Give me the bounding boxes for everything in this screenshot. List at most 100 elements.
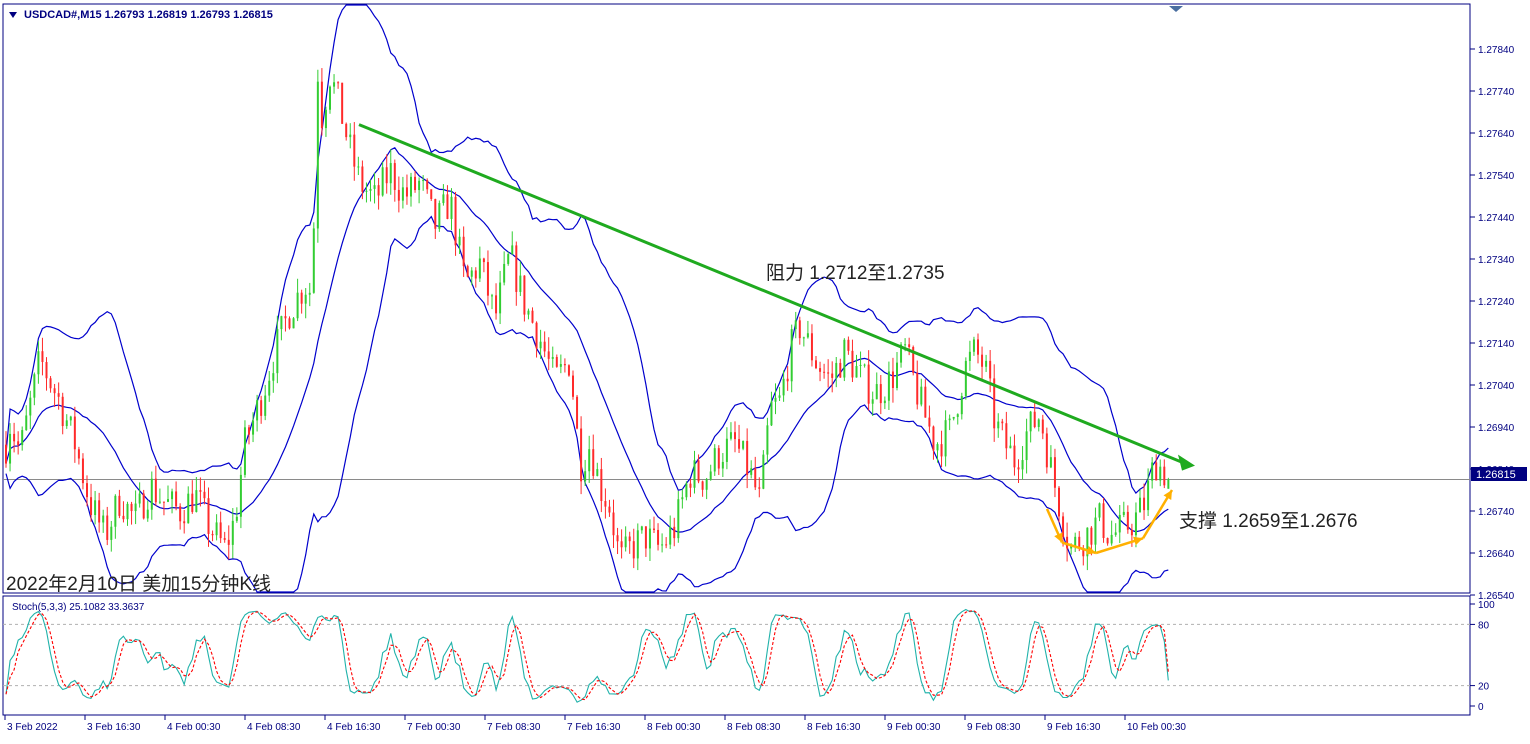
candle-body [628, 536, 631, 542]
candle-body [110, 526, 113, 540]
candle-body [1037, 419, 1040, 427]
candle [316, 69, 319, 243]
price-tick-label: 1.27340 [1478, 255, 1515, 266]
candle-body [260, 400, 263, 416]
candle-body [61, 396, 64, 427]
candle [964, 357, 967, 400]
candle-body [827, 372, 830, 374]
price-tick-label: 1.27140 [1478, 339, 1515, 350]
candle-body [519, 275, 522, 292]
candle-body [997, 421, 1000, 429]
candle-body [657, 529, 660, 545]
candle-body [1074, 536, 1077, 546]
candle-body [794, 320, 797, 330]
candle-body [65, 420, 68, 427]
price-tick-label: 1.27840 [1478, 45, 1515, 56]
candle-body [280, 316, 283, 330]
candle-body [1021, 460, 1024, 470]
candle-body [936, 444, 939, 451]
candle-body [215, 522, 218, 536]
candle-body [1151, 462, 1154, 481]
candle-body [272, 373, 275, 381]
candle-body [636, 530, 639, 559]
candle-body [154, 478, 157, 503]
candle-body [1013, 445, 1016, 468]
candle-body [875, 384, 878, 400]
candle-body [491, 295, 493, 297]
candle-body [713, 448, 716, 472]
candle-body [648, 528, 651, 549]
price-tick-label: 1.27740 [1478, 87, 1515, 98]
candle-body [782, 378, 785, 396]
candle-body [584, 471, 587, 482]
candle-body [162, 501, 165, 503]
candle-body [669, 526, 672, 545]
candle-body [547, 351, 550, 359]
candle [243, 420, 246, 478]
candle-body [697, 460, 700, 482]
candle [912, 345, 915, 376]
candle-body [122, 515, 125, 520]
candle-body [644, 526, 647, 549]
candle-body [729, 432, 732, 439]
candle-body [454, 196, 457, 246]
candle [329, 85, 331, 114]
candle-body [199, 490, 202, 492]
candle-body [511, 245, 514, 255]
time-axis: 3 Feb 2022 3 Feb 16:30 4 Feb 00:30 4 Feb 08… [4, 715, 1186, 733]
candle-body [86, 483, 88, 498]
candle-body [964, 360, 967, 397]
candle-body [1167, 479, 1170, 489]
candle-body [1049, 457, 1052, 468]
candle-body [203, 491, 206, 499]
price-tick-label: 1.27240 [1478, 297, 1515, 308]
candle [1102, 497, 1105, 543]
candle-body [466, 266, 469, 277]
candle-body [126, 503, 129, 520]
candle-body [446, 194, 449, 219]
candle-body [81, 458, 84, 484]
candle-body [977, 339, 979, 355]
candle-body [620, 541, 623, 548]
candle-body [316, 81, 319, 229]
candle-body [41, 351, 44, 363]
candle-body [337, 82, 340, 84]
last-price-label: 1.26815 [1476, 469, 1516, 481]
candle-body [908, 344, 911, 348]
price-chart[interactable]: USDCAD#,M15 1.26793 1.26819 1.26793 1.26… [0, 0, 1530, 744]
candle-body [357, 166, 360, 168]
candle-body [871, 399, 874, 404]
candle-body [373, 185, 376, 189]
candle-body [442, 194, 445, 204]
candle-body [300, 292, 303, 304]
candle-body [928, 417, 931, 427]
candle-body [276, 329, 279, 374]
candle-body [268, 380, 271, 396]
candle-body [681, 497, 684, 500]
candle-body [956, 414, 959, 417]
candle-body [478, 258, 481, 279]
candle-body [53, 388, 56, 394]
candle-body [802, 337, 805, 339]
candle-body [972, 339, 975, 352]
candle [438, 200, 441, 232]
candle-body [632, 541, 635, 559]
candle-body [661, 544, 664, 546]
candle-body [495, 295, 498, 314]
candle-body [235, 516, 238, 521]
candle-body [231, 520, 234, 545]
candle-body [968, 351, 971, 361]
candle-body [1106, 538, 1109, 544]
candle-body [960, 396, 963, 415]
stoch-frame [2, 595, 1471, 716]
time-tick-label: 4 Feb 00:30 [167, 722, 221, 733]
time-tick-label: 7 Feb 08:30 [487, 722, 541, 733]
candle-body [430, 189, 433, 199]
candle-body [798, 320, 801, 339]
candle-body [762, 454, 765, 489]
candle-body [142, 493, 145, 519]
candle [762, 450, 765, 490]
candle-body [414, 176, 417, 191]
candle-body [45, 362, 48, 379]
candle-body [248, 427, 250, 435]
